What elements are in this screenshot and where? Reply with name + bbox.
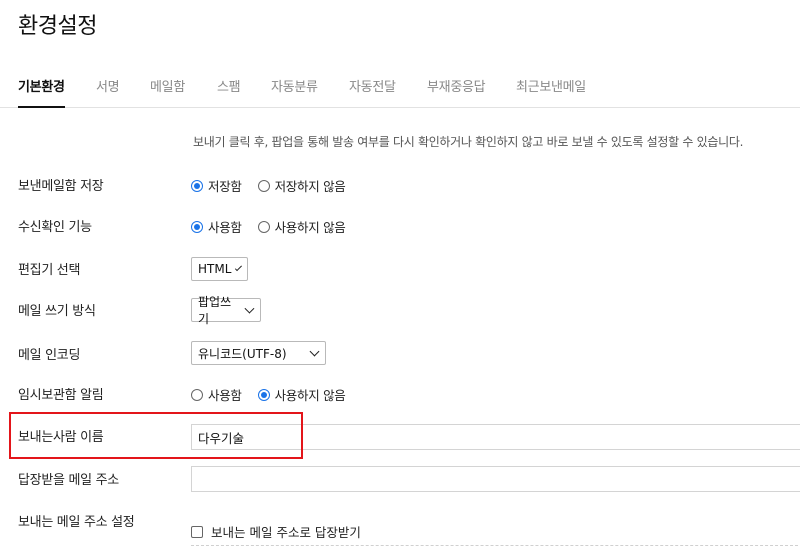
sender-address-label: 보내는 메일 주소 설정 [18,515,135,530]
tab-auto-sort[interactable]: 자동분류 [271,76,318,95]
draft-alert-option-label[interactable]: 사용함 [208,385,242,404]
tab-basic[interactable]: 기본환경 [18,76,65,108]
draft-alert-label: 임시보관함 알림 [18,388,104,403]
send-confirm-description: 보내기 클릭 후, 팝업을 통해 발송 여부를 다시 확인하거나 확인하지 않고… [193,135,744,149]
chevron-down-icon [235,264,243,271]
highlight-box [9,412,303,459]
read-receipt-option-label[interactable]: 사용함 [208,217,242,236]
chevron-down-icon [309,346,320,357]
tab-recent-sent[interactable]: 최근보낸메일 [516,76,586,95]
sender-address-reply-checkbox[interactable] [191,525,203,538]
read-receipt-option-label[interactable]: 사용하지 않음 [275,217,346,236]
save-sent-label: 보낸메일함 저장 [18,179,104,194]
editor-select-value: HTML [198,262,232,276]
draft-alert-option-label[interactable]: 사용하지 않음 [275,385,346,404]
save-sent-option-label[interactable]: 저장하지 않음 [275,176,346,195]
reply-to-label: 답장받을 메일 주소 [18,473,119,488]
compose-mode-select-value: 팝업쓰기 [198,295,232,326]
chevron-down-icon [244,303,255,314]
draft-alert-options: 사용함 사용하지 않음 [191,385,361,404]
reply-to-input[interactable] [191,466,800,492]
save-sent-options: 저장함 저장하지 않음 [191,176,361,195]
settings-content: 보내기 클릭 후, 팝업을 통해 발송 여부를 다시 확인하거나 확인하지 않고… [0,108,800,547]
settings-tabs: 기본환경 서명 메일함 스팸 자동분류 자동전달 부재중응답 최근보낸메일 [0,64,800,108]
divider [191,545,800,546]
read-receipt-label: 수신확인 기능 [18,220,92,235]
compose-mode-label: 메일 쓰기 방식 [18,304,96,319]
encoding-select[interactable]: 유니코드(UTF-8) [191,341,326,365]
tab-auto-forward[interactable]: 자동전달 [349,76,396,95]
sender-address-reply-label[interactable]: 보내는 메일 주소로 답장받기 [211,522,361,541]
editor-label: 편집기 선택 [18,263,81,278]
save-sent-radio-no[interactable] [257,179,270,192]
save-sent-radio-yes[interactable] [191,179,203,192]
save-sent-option-label[interactable]: 저장함 [208,176,242,195]
read-receipt-radio-on[interactable] [191,220,203,233]
draft-alert-radio-on[interactable] [191,388,203,401]
read-receipt-radio-off[interactable] [257,220,270,233]
page-title: 환경설정 [18,14,97,39]
encoding-label: 메일 인코딩 [18,348,81,363]
draft-alert-radio-off[interactable] [257,388,270,401]
tab-mailbox[interactable]: 메일함 [150,76,185,95]
tab-away-reply[interactable]: 부재중응답 [427,76,486,95]
tab-spam[interactable]: 스팸 [217,76,241,95]
tab-signature[interactable]: 서명 [96,76,120,95]
read-receipt-options: 사용함 사용하지 않음 [191,217,361,236]
compose-mode-select[interactable]: 팝업쓰기 [191,295,261,326]
sender-address-reply-option: 보내는 메일 주소로 답장받기 [191,522,361,541]
encoding-select-value: 유니코드(UTF-8) [198,346,287,361]
editor-select[interactable]: HTML [191,257,248,281]
